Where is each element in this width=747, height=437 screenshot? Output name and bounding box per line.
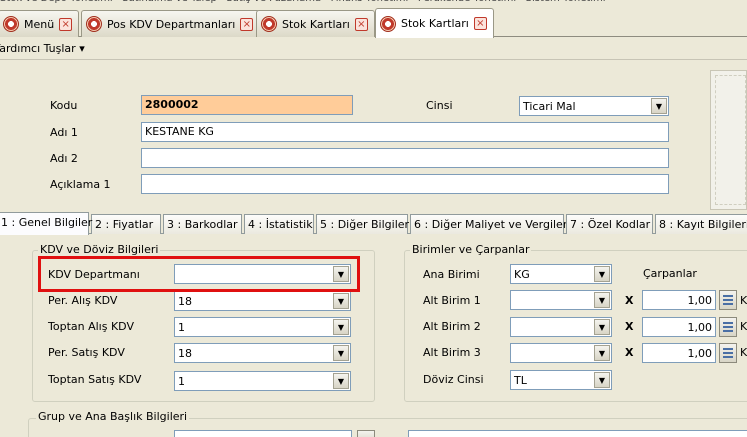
help-keys-menu[interactable]: Yardımcı Tuşlar ▾ bbox=[0, 42, 85, 55]
alt-birim3-label: Alt Birim 3 bbox=[423, 346, 481, 359]
adi2-label: Adı 2 bbox=[50, 152, 78, 165]
chevron-down-icon[interactable]: ▼ bbox=[594, 292, 610, 308]
unit-suffix: K bbox=[740, 346, 747, 359]
adi1-field[interactable]: KESTANE KG bbox=[141, 122, 669, 142]
close-icon[interactable]: × bbox=[473, 17, 487, 30]
adi1-label: Adı 1 bbox=[50, 126, 78, 139]
per-satis-kdv-select[interactable]: 18 ▼ bbox=[174, 343, 351, 363]
app-icon bbox=[86, 16, 102, 32]
kodu-label: Kodu bbox=[50, 99, 78, 112]
close-icon[interactable]: × bbox=[354, 17, 368, 31]
toptan-satis-kdv-value: 1 bbox=[178, 375, 185, 388]
help-keys-label: Yardımcı Tuşlar bbox=[0, 42, 76, 55]
tab-istatistik[interactable]: 4 : İstatistik bbox=[244, 214, 314, 234]
calculator-icon[interactable] bbox=[719, 343, 737, 363]
kdv-group-title: KDV ve Döviz Bilgileri bbox=[38, 243, 161, 256]
tab-kayit-bilgileri[interactable]: 8 : Kayıt Bilgileri bbox=[655, 214, 747, 234]
doc-tab-label: Menü bbox=[24, 17, 55, 31]
alt-birim2-select[interactable]: ▼ bbox=[510, 317, 612, 337]
page-tab-bar: 1 : Genel Bilgiler 2 : Fiyatlar 3 : Bark… bbox=[0, 212, 747, 235]
cinsi-select[interactable]: Ticari Mal ▼ bbox=[519, 96, 669, 116]
birimler-group-title: Birimler ve Çarpanlar bbox=[410, 243, 532, 256]
kodu-field[interactable]: 2800002 bbox=[141, 95, 353, 115]
image-panel[interactable] bbox=[710, 70, 747, 210]
chevron-down-icon[interactable]: ▼ bbox=[333, 373, 349, 389]
ana-birimi-select[interactable]: KG ▼ bbox=[510, 264, 612, 284]
toptan-alis-kdv-label: Toptan Alış KDV bbox=[48, 320, 134, 333]
help-bar: Yardımcı Tuşlar ▾ bbox=[0, 38, 747, 60]
grup-aciklama-field[interactable] bbox=[408, 430, 747, 437]
doc-tab-label: Stok Kartları bbox=[401, 17, 469, 30]
doviz-cinsi-value: TL bbox=[514, 374, 527, 387]
toptan-alis-kdv-select[interactable]: 1 ▼ bbox=[174, 317, 351, 337]
multiply-icon: X bbox=[625, 294, 634, 307]
chevron-down-icon[interactable]: ▼ bbox=[333, 345, 349, 361]
aciklama-label: Açıklama 1 bbox=[50, 178, 111, 191]
alt-birim1-select[interactable]: ▼ bbox=[510, 290, 612, 310]
app-icon bbox=[380, 15, 396, 32]
calculator-icon[interactable] bbox=[719, 317, 737, 337]
doc-tab-pos-kdv[interactable]: Pos KDV Departmanları × bbox=[81, 10, 261, 37]
per-alis-kdv-value: 18 bbox=[178, 295, 192, 308]
tab-barkodlar[interactable]: 3 : Barkodlar bbox=[163, 214, 242, 234]
top-menu-text: Stok ve Depo Yönetimi · Satınalma ve Tal… bbox=[0, 0, 606, 4]
chevron-down-icon[interactable]: ▼ bbox=[594, 345, 610, 361]
alt-birim3-select[interactable]: ▼ bbox=[510, 343, 612, 363]
toptan-alis-kdv-value: 1 bbox=[178, 321, 185, 334]
chevron-down-icon[interactable]: ▼ bbox=[594, 266, 610, 282]
toptan-satis-kdv-label: Toptan Satış KDV bbox=[48, 373, 142, 386]
document-tab-bar: Menü × Pos KDV Departmanları × Stok Kart… bbox=[0, 7, 747, 38]
header-form: Kodu 2800002 Cinsi Ticari Mal ▼ Adı 1 KE… bbox=[0, 61, 747, 211]
per-alis-kdv-select[interactable]: 18 ▼ bbox=[174, 291, 351, 311]
ana-birimi-value: KG bbox=[514, 268, 530, 281]
per-satis-kdv-value: 18 bbox=[178, 347, 192, 360]
chevron-down-icon[interactable]: ▼ bbox=[333, 319, 349, 335]
doc-tab-label: Stok Kartları bbox=[282, 17, 350, 31]
doc-tab-label: Pos KDV Departmanları bbox=[107, 17, 236, 31]
multiply-icon: X bbox=[625, 320, 634, 333]
close-icon[interactable]: × bbox=[59, 17, 73, 31]
alt-birim2-label: Alt Birim 2 bbox=[423, 320, 481, 333]
alt-birim1-label: Alt Birim 1 bbox=[423, 294, 481, 307]
tab-fiyatlar[interactable]: 2 : Fiyatlar bbox=[91, 214, 161, 234]
chevron-down-icon[interactable]: ▼ bbox=[594, 319, 610, 335]
calculator-icon[interactable] bbox=[719, 290, 737, 310]
tab-diger-maliyet[interactable]: 6 : Diğer Maliyet ve Vergiler bbox=[410, 214, 567, 234]
cinsi-value: Ticari Mal bbox=[523, 100, 576, 113]
cinsi-label: Cinsi bbox=[426, 99, 453, 112]
multiply-icon: X bbox=[625, 346, 634, 359]
chevron-down-icon[interactable]: ▼ bbox=[651, 98, 667, 114]
unit-suffix: K bbox=[740, 294, 747, 307]
toptan-satis-kdv-select[interactable]: 1 ▼ bbox=[174, 371, 351, 391]
chevron-down-icon[interactable]: ▼ bbox=[594, 372, 610, 388]
adi2-field[interactable] bbox=[141, 148, 669, 168]
doc-tab-stok-kartlari[interactable]: Stok Kartları × bbox=[256, 10, 375, 37]
grup-baslik-title: Grup ve Ana Başlık Bilgileri bbox=[36, 410, 190, 423]
top-menu-strip: Stok ve Depo Yönetimi · Satınalma ve Tal… bbox=[0, 0, 747, 7]
unit-suffix: K bbox=[740, 320, 747, 333]
per-alis-kdv-label: Per. Alış KDV bbox=[48, 294, 118, 307]
doviz-cinsi-select[interactable]: TL ▼ bbox=[510, 370, 612, 390]
doviz-cinsi-label: Döviz Cinsi bbox=[423, 373, 484, 386]
grup-field[interactable] bbox=[174, 430, 352, 437]
chevron-down-icon[interactable]: ▼ bbox=[333, 293, 349, 309]
aciklama-field[interactable] bbox=[141, 174, 669, 194]
carpanlar-label: Çarpanlar bbox=[643, 267, 697, 280]
app-icon bbox=[3, 16, 19, 32]
tab-ozel-kodlar[interactable]: 7 : Özel Kodlar bbox=[566, 214, 653, 234]
alt-birim2-multiplier[interactable]: 1,00 bbox=[642, 317, 716, 337]
tab-diger-bilgiler[interactable]: 5 : Diğer Bilgiler bbox=[316, 214, 409, 234]
chevron-down-icon: ▾ bbox=[79, 42, 85, 55]
alt-birim3-multiplier[interactable]: 1,00 bbox=[642, 343, 716, 363]
alt-birim1-multiplier[interactable]: 1,00 bbox=[642, 290, 716, 310]
app-icon bbox=[261, 16, 277, 32]
tab-genel-bilgiler[interactable]: 1 : Genel Bilgiler bbox=[0, 212, 92, 235]
per-satis-kdv-label: Per. Satış KDV bbox=[48, 346, 125, 359]
lookup-icon[interactable] bbox=[357, 430, 375, 437]
highlight-box bbox=[38, 256, 360, 292]
doc-tab-menu[interactable]: Menü × bbox=[0, 10, 80, 37]
doc-tab-stok-kartlari-active[interactable]: Stok Kartları × bbox=[375, 8, 494, 38]
ana-birimi-label: Ana Birimi bbox=[423, 268, 480, 281]
close-icon[interactable]: × bbox=[240, 17, 254, 31]
